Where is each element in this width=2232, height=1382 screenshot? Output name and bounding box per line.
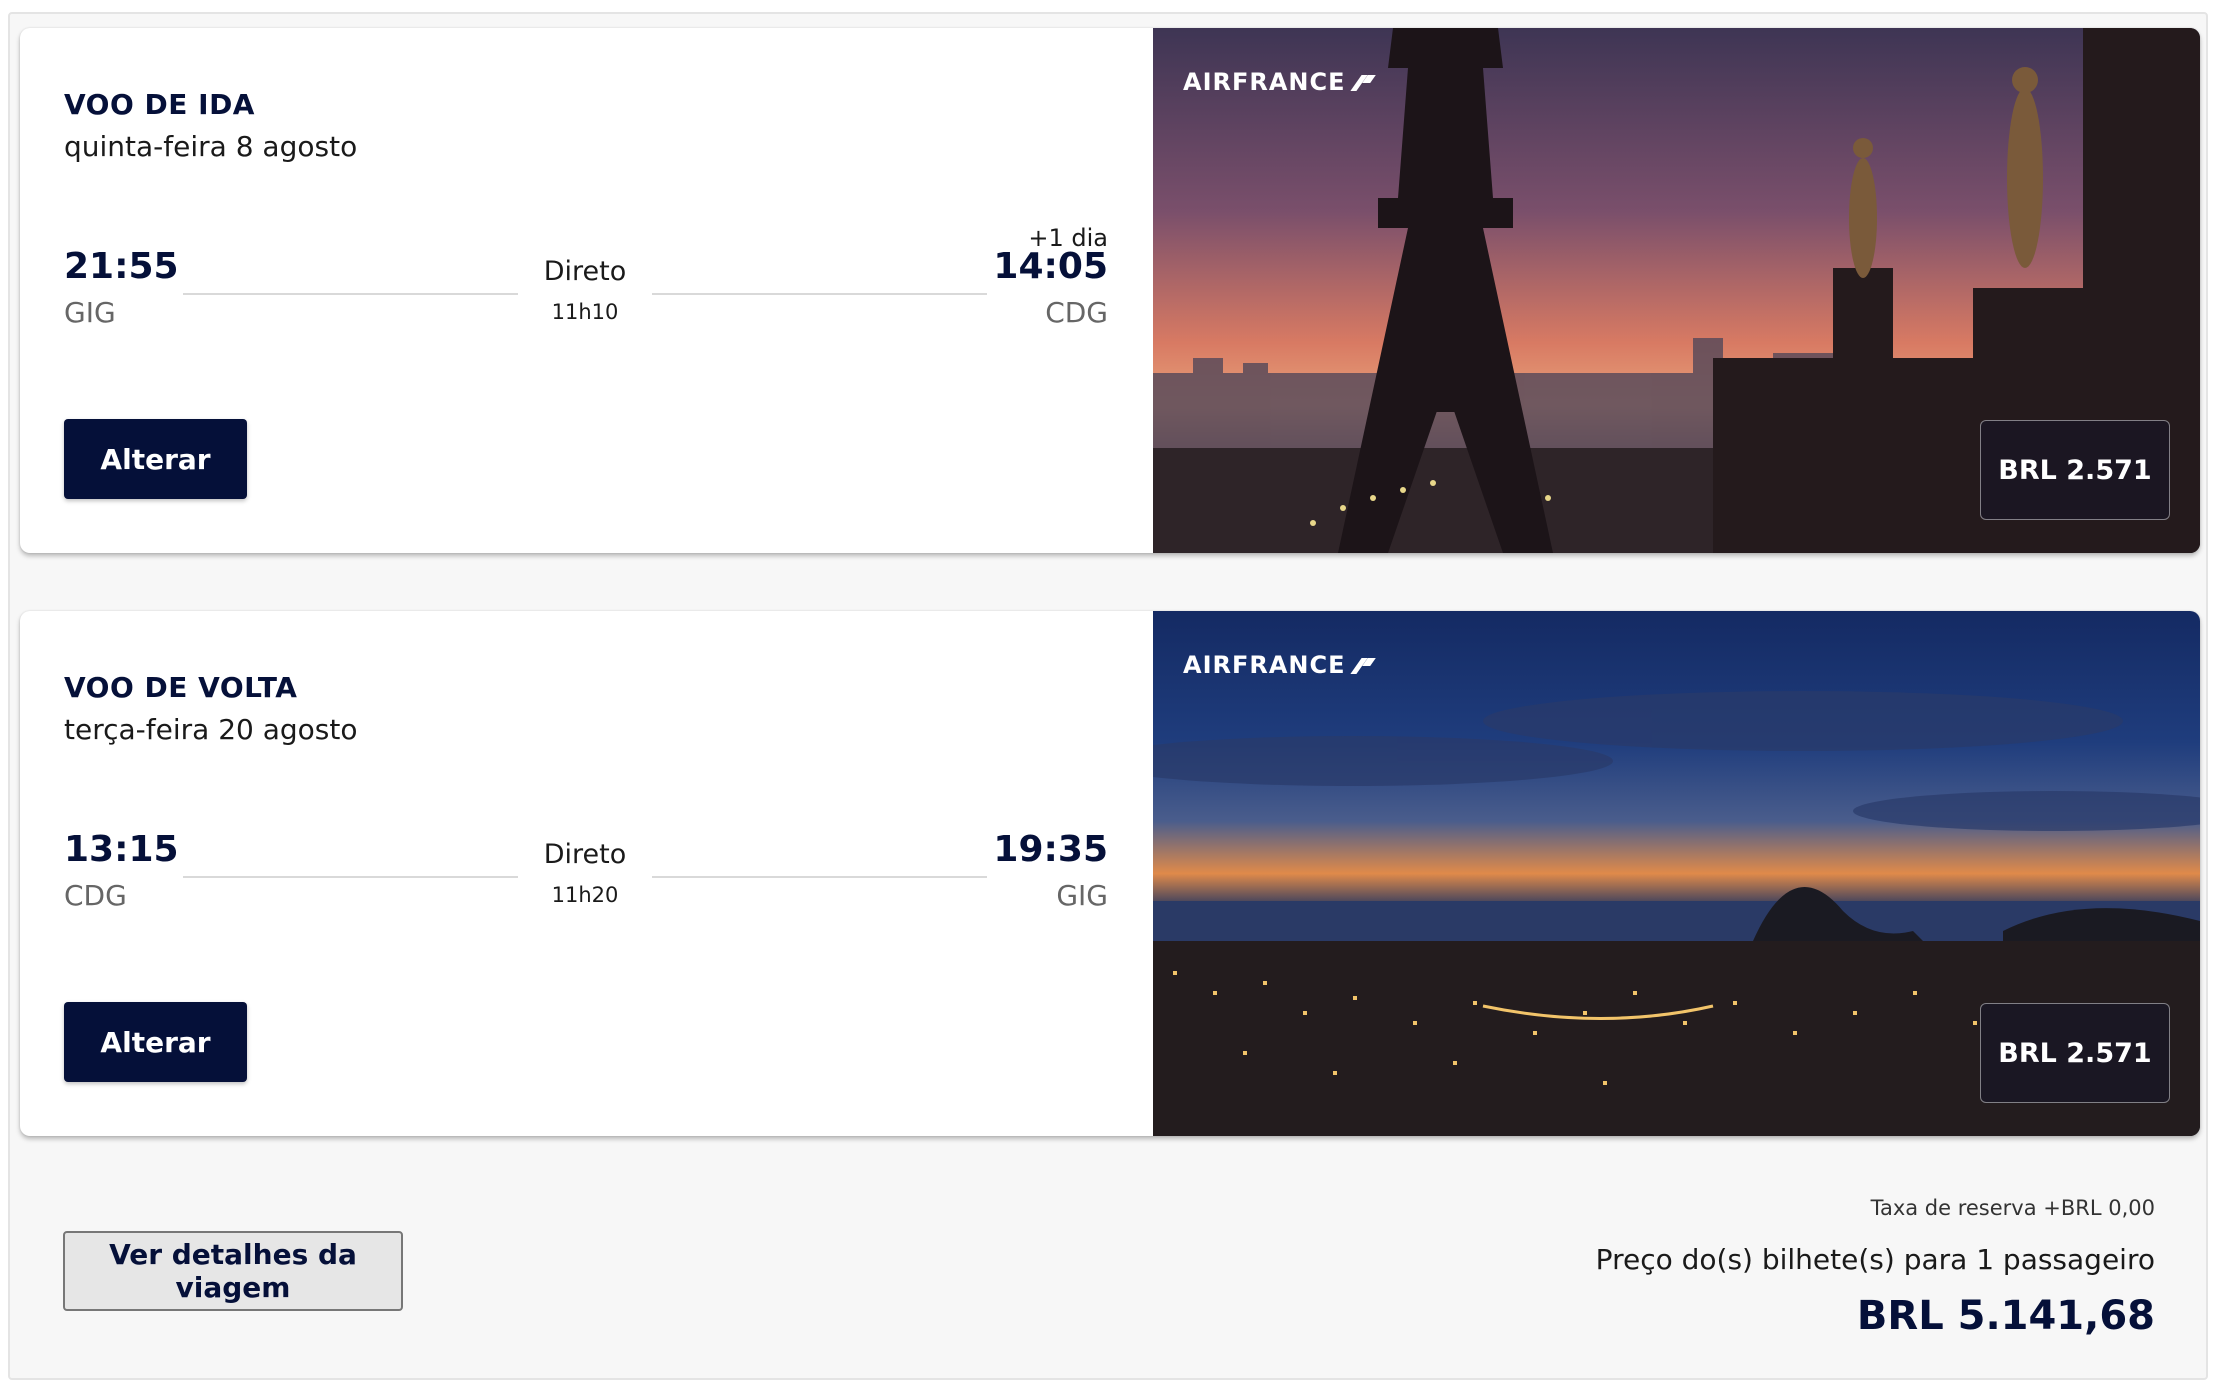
flight-card-inbound: VOO DE VOLTA terça-feira 20 agosto 13:15… bbox=[20, 611, 2200, 1136]
inbound-price-badge[interactable]: BRL 2.571 bbox=[1980, 1003, 2170, 1103]
leg-title: VOO DE VOLTA bbox=[64, 671, 298, 704]
airfrance-stripe-icon bbox=[1352, 656, 1374, 674]
arrival-airport: GIG bbox=[1056, 879, 1108, 912]
leg-title: VOO DE IDA bbox=[64, 88, 255, 121]
destination-photo-paris: AIRFRANCE BRL 2.571 bbox=[1153, 28, 2200, 553]
departure-airport: GIG bbox=[64, 296, 116, 329]
departure-time: 13:15 bbox=[64, 829, 179, 870]
leg-date: quinta-feira 8 agosto bbox=[64, 130, 358, 163]
flight-card-outbound: VOO DE IDA quinta-feira 8 agosto 21:55 G… bbox=[20, 28, 2200, 553]
flight-duration: 11h10 bbox=[551, 300, 619, 324]
departure-airport: CDG bbox=[64, 879, 127, 912]
price-label: Preço do(s) bilhete(s) para 1 passageiro bbox=[1595, 1243, 2155, 1276]
leg-date: terça-feira 20 agosto bbox=[64, 713, 358, 746]
route-line-right bbox=[652, 876, 987, 878]
trip-details-button[interactable]: Ver detalhes da viagem bbox=[63, 1231, 403, 1311]
arrival-airport: CDG bbox=[1045, 296, 1108, 329]
stops-label: Direto bbox=[543, 256, 627, 287]
flight-info-outbound: VOO DE IDA quinta-feira 8 agosto 21:55 G… bbox=[20, 28, 1153, 553]
flight-info-inbound: VOO DE VOLTA terça-feira 20 agosto 13:15… bbox=[20, 611, 1153, 1136]
arrival-time: 14:05 bbox=[993, 246, 1108, 287]
brand-name: AIRFRANCE bbox=[1183, 68, 1346, 96]
stops-label: Direto bbox=[543, 839, 627, 870]
arrival-time: 19:35 bbox=[993, 829, 1108, 870]
route-line-left bbox=[183, 293, 518, 295]
airfrance-stripe-icon bbox=[1352, 73, 1374, 91]
flight-duration: 11h20 bbox=[551, 883, 619, 907]
change-outbound-button[interactable]: Alterar bbox=[64, 419, 247, 499]
outbound-price-badge[interactable]: BRL 2.571 bbox=[1980, 420, 2170, 520]
change-inbound-button[interactable]: Alterar bbox=[64, 1002, 247, 1082]
total-price: BRL 5.141,68 bbox=[1856, 1293, 2155, 1339]
departure-time: 21:55 bbox=[64, 246, 179, 287]
airfrance-logo: AIRFRANCE bbox=[1183, 651, 1374, 679]
route-line-left bbox=[183, 876, 518, 878]
brand-name: AIRFRANCE bbox=[1183, 651, 1346, 679]
airfrance-logo: AIRFRANCE bbox=[1183, 68, 1374, 96]
route-line-right bbox=[652, 293, 987, 295]
destination-photo-rio: AIRFRANCE BRL 2.571 bbox=[1153, 611, 2200, 1136]
booking-fee: Taxa de reserva +BRL 0,00 bbox=[1870, 1196, 2155, 1220]
